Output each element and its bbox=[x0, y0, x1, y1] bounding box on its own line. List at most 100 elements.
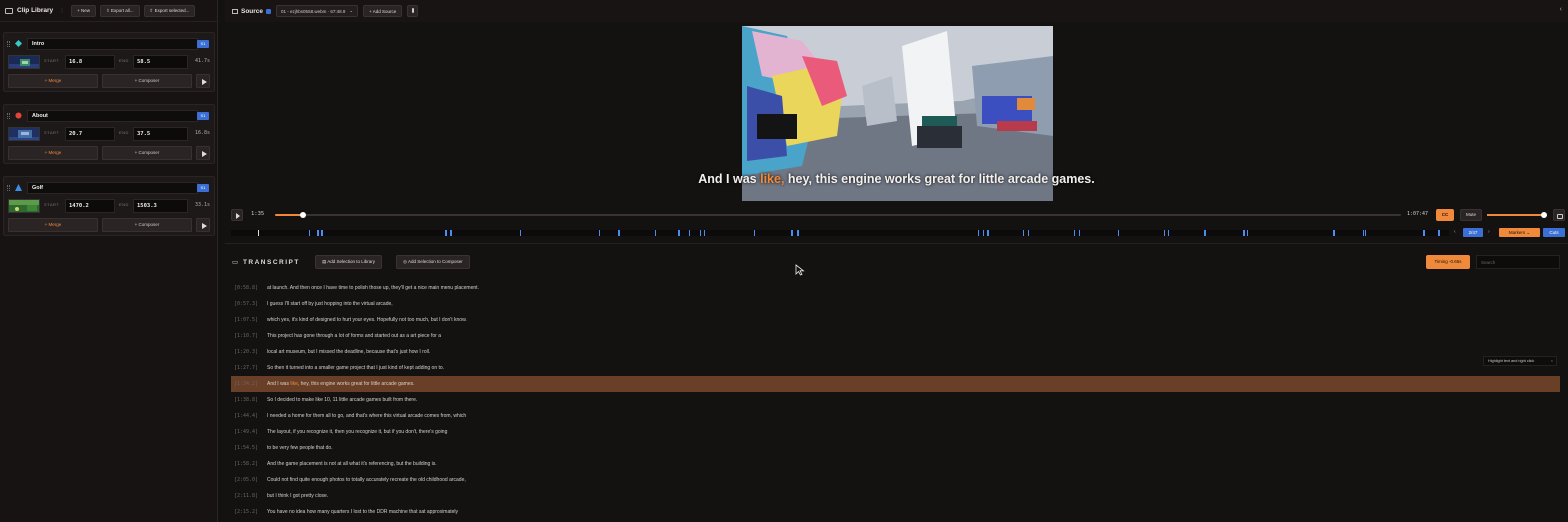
timeline-marker[interactable] bbox=[1333, 230, 1335, 236]
play-clip-button[interactable] bbox=[196, 74, 210, 88]
transcript-line[interactable]: [1:54.5] to be very few people that do. bbox=[231, 440, 1560, 456]
clip-name-input[interactable]: About bbox=[27, 110, 198, 122]
seek-bar[interactable] bbox=[275, 212, 1401, 218]
drag-handle-icon[interactable] bbox=[7, 41, 10, 47]
transcript-line[interactable]: [2:11.8] but I think I got pretty close. bbox=[231, 488, 1560, 504]
prev-marker-icon[interactable]: ‹ bbox=[1454, 229, 1456, 235]
merge-button[interactable]: + Merge bbox=[8, 146, 98, 160]
transcript-line[interactable]: [0:57.3] I guess I'll start off by just h… bbox=[231, 296, 1560, 312]
transcript-text[interactable]: local art museum, but I missed the deadl… bbox=[267, 349, 430, 355]
timeline-marker[interactable] bbox=[977, 230, 980, 236]
volume-handle[interactable] bbox=[1540, 212, 1547, 218]
timeline-marker[interactable] bbox=[450, 230, 452, 236]
camera-icon[interactable] bbox=[1553, 209, 1565, 221]
timeline-marker[interactable] bbox=[797, 230, 799, 236]
current-word-highlight[interactable]: like bbox=[290, 381, 298, 387]
transcript-timestamp[interactable]: [1:54.5] bbox=[234, 445, 267, 451]
end-time-input[interactable]: 37.5 bbox=[133, 127, 188, 141]
transcript-line-active[interactable]: [1:34.2] And I was like, hey, this engine… bbox=[231, 376, 1560, 392]
markers-dropdown[interactable]: Markers ⌄ bbox=[1499, 228, 1540, 237]
transcript-line[interactable]: [1:44.4] I needed a home for them all to … bbox=[231, 408, 1560, 424]
clip-name-input[interactable]: Golf bbox=[27, 182, 198, 194]
timeline-marker[interactable] bbox=[1117, 230, 1120, 236]
play-clip-button[interactable] bbox=[196, 146, 210, 160]
transcript-timestamp[interactable]: [1:20.3] bbox=[234, 349, 267, 355]
clip-thumbnail[interactable] bbox=[8, 199, 40, 213]
timeline-marker[interactable] bbox=[688, 230, 691, 236]
transcript-text[interactable]: which yes, it's kind of designed to hurt… bbox=[267, 317, 467, 323]
transcript-text[interactable]: You have no idea how many quarters I los… bbox=[267, 509, 458, 515]
transcript-text[interactable]: And I was like, hey, this engine works g… bbox=[267, 381, 415, 387]
transcript-text[interactable]: I needed a home for them all to go, and … bbox=[267, 413, 466, 419]
merge-button[interactable]: + Merge bbox=[8, 218, 98, 232]
transcript-text[interactable]: So I decided to make like 10, 11 little … bbox=[267, 397, 417, 403]
transcript-text[interactable]: but I think I got pretty close. bbox=[267, 493, 328, 499]
add-to-composer-button[interactable]: + Composer bbox=[102, 74, 192, 88]
play-button[interactable] bbox=[231, 209, 243, 221]
timeline-marker[interactable] bbox=[321, 230, 323, 236]
transcript-line[interactable]: [1:27.7] So then it turned into a smaller… bbox=[231, 360, 1560, 376]
timeline-marker[interactable] bbox=[1243, 230, 1245, 236]
transcript-line[interactable]: [2:15.2] You have no idea how many quarte… bbox=[231, 504, 1560, 520]
add-to-composer-button[interactable]: + Composer bbox=[102, 146, 192, 160]
transcript-timestamp[interactable]: [1:27.7] bbox=[234, 365, 267, 371]
timeline-marker[interactable] bbox=[1022, 230, 1025, 236]
new-clip-button[interactable]: + New bbox=[71, 4, 97, 17]
transcript-timestamp[interactable]: [2:11.8] bbox=[234, 493, 267, 499]
timeline-marker[interactable] bbox=[257, 230, 260, 236]
transcript-line[interactable]: [1:58.2] And the game placement is not at… bbox=[231, 456, 1560, 472]
timeline-marker[interactable] bbox=[1027, 230, 1030, 236]
transcript-line[interactable]: [1:07.5] which yes, it's kind of designed… bbox=[231, 312, 1560, 328]
timeline-marker[interactable] bbox=[1167, 230, 1170, 236]
add-selection-to-library-button[interactable]: ▤ Add Selection to Library bbox=[315, 255, 383, 269]
start-time-input[interactable]: 20.7 bbox=[65, 127, 115, 141]
transcript-text-before[interactable]: And I was bbox=[267, 381, 290, 387]
end-time-input[interactable]: 1503.3 bbox=[133, 199, 188, 213]
end-time-input[interactable]: 58.5 bbox=[133, 55, 188, 69]
timeline-marker[interactable] bbox=[1163, 230, 1166, 236]
panel-divider[interactable] bbox=[225, 243, 1568, 244]
transcript-line[interactable]: [1:38.8] So I decided to make like 10, 11… bbox=[231, 392, 1560, 408]
transcript-text[interactable]: And the game placement is not at all wha… bbox=[267, 461, 437, 467]
transcript-text-after[interactable]: , hey, this engine works great for littl… bbox=[298, 381, 415, 387]
timeline-marker[interactable] bbox=[317, 230, 319, 236]
transcript-timestamp[interactable]: [1:44.4] bbox=[234, 413, 267, 419]
transcript-text[interactable]: This project has gone through a lot of f… bbox=[267, 333, 441, 339]
timeline-marker[interactable] bbox=[1423, 230, 1425, 236]
export-selected-button[interactable]: ⇧ Export selected... bbox=[143, 4, 196, 17]
timeline-marker[interactable] bbox=[1438, 230, 1440, 236]
timeline-marker[interactable] bbox=[1364, 230, 1367, 236]
play-clip-button[interactable] bbox=[196, 218, 210, 232]
cuts-toggle-button[interactable]: Cuts bbox=[1543, 228, 1565, 237]
transcript-timestamp[interactable]: [1:34.2] bbox=[234, 381, 267, 387]
start-time-input[interactable]: 16.8 bbox=[65, 55, 115, 69]
transcript-timestamp[interactable]: [1:10.7] bbox=[234, 333, 267, 339]
timeline-marker[interactable] bbox=[791, 230, 793, 236]
timeline-marker[interactable] bbox=[445, 230, 447, 236]
transcript-timestamp[interactable]: [2:05.0] bbox=[234, 477, 267, 483]
transcript-timestamp[interactable]: [0:57.3] bbox=[234, 301, 267, 307]
transcript-timestamp[interactable]: [2:15.2] bbox=[234, 509, 267, 515]
transcript-line[interactable]: [0:58.8] at launch. And then once I have … bbox=[231, 280, 1560, 296]
timeline-marker[interactable] bbox=[703, 230, 706, 236]
timeline-marker[interactable] bbox=[519, 230, 522, 236]
transcript-timestamp[interactable]: [1:58.2] bbox=[234, 461, 267, 467]
seek-handle[interactable] bbox=[300, 212, 307, 218]
next-marker-icon[interactable]: › bbox=[1488, 229, 1490, 235]
clip-card-about[interactable]: About S1 START 20.7 END 37.5 16.8s + Mer… bbox=[3, 104, 215, 164]
clip-thumbnail[interactable] bbox=[8, 55, 40, 69]
transcript-line[interactable]: [1:10.7] This project has gone through a … bbox=[231, 328, 1560, 344]
start-time-input[interactable]: 1470.2 bbox=[65, 199, 115, 213]
transcript-text[interactable]: at launch. And then once I have time to … bbox=[267, 285, 479, 291]
volume-slider[interactable] bbox=[1487, 212, 1547, 218]
timeline-marker[interactable] bbox=[308, 230, 311, 236]
timeline-marker[interactable] bbox=[1204, 230, 1206, 236]
transcript-line[interactable]: [1:20.3] local art museum, but I missed t… bbox=[231, 344, 1560, 360]
timeline-marker[interactable] bbox=[598, 230, 601, 236]
transcript-timestamp[interactable]: [1:49.4] bbox=[234, 429, 267, 435]
timeline-marker[interactable] bbox=[678, 230, 680, 236]
timing-offset-button[interactable]: Timing -0.65s bbox=[1426, 255, 1470, 269]
timeline-marker[interactable] bbox=[1073, 230, 1076, 236]
timeline-marker[interactable] bbox=[982, 230, 984, 236]
microphone-icon[interactable] bbox=[407, 5, 419, 17]
